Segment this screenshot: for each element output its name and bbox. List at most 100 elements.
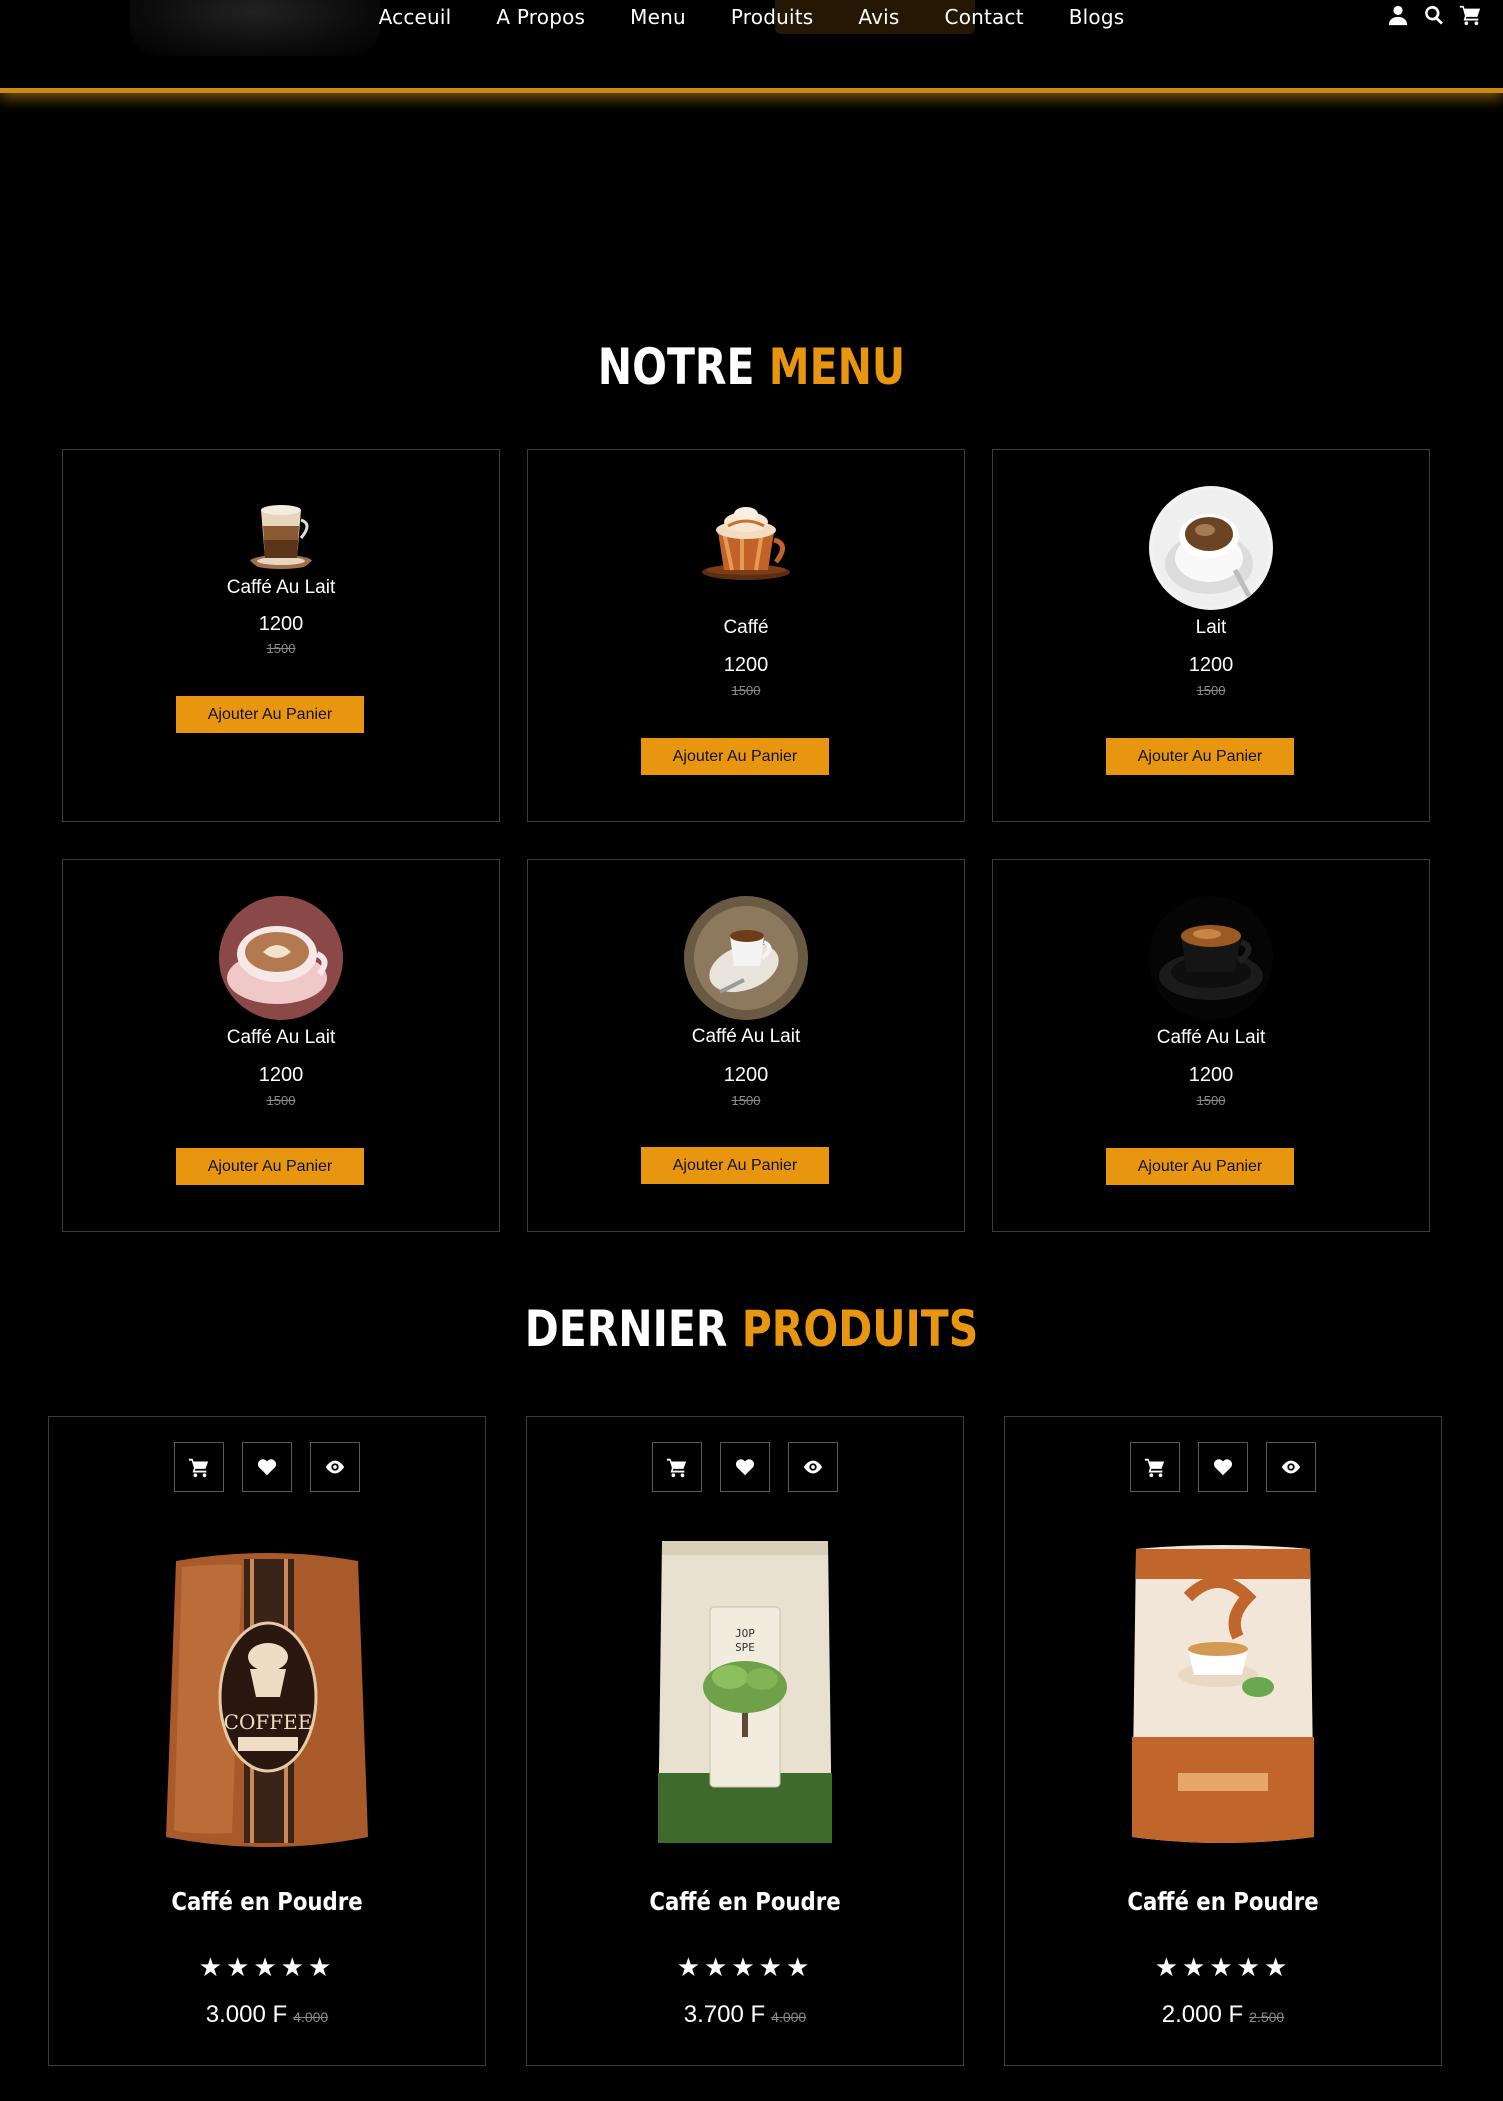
menu-title-white: NOTRE bbox=[597, 338, 755, 396]
product-card: JOP SPE Caffé en Poudre ★★★★★ 3.700 F 4.0… bbox=[526, 1416, 964, 2066]
nav-link-blogs[interactable]: Blogs bbox=[1069, 5, 1125, 29]
black-cup-image bbox=[1149, 896, 1273, 1020]
menu-item-price: 1200 bbox=[258, 613, 304, 635]
product-old-price: 2.500 bbox=[1249, 2009, 1285, 2025]
bag-brand-text-2: SPE bbox=[735, 1641, 755, 1654]
product-actions bbox=[49, 1442, 485, 1492]
products-title-accent: PRODUITS bbox=[741, 1300, 979, 1358]
menu-title-accent: MENU bbox=[768, 338, 906, 396]
wishlist-button[interactable] bbox=[720, 1442, 770, 1492]
tea-bag-orange-image bbox=[1118, 1537, 1328, 1857]
cart-icon[interactable] bbox=[1459, 4, 1481, 26]
product-name: Caffé en Poudre bbox=[171, 1887, 363, 1916]
add-to-cart-button[interactable]: Ajouter Au Panier bbox=[176, 696, 364, 733]
products-grid: COFFEE Caffé en Poudre ★★★★★ 3.000 F 4.00… bbox=[48, 1416, 1445, 2066]
product-current-price: 3.700 F bbox=[683, 2001, 766, 2028]
product-name: Caffé en Poudre bbox=[1127, 1887, 1319, 1916]
nav-link-avis[interactable]: Avis bbox=[858, 5, 899, 29]
menu-card: Caffé 1200 1500 Ajouter Au Panier bbox=[527, 449, 965, 822]
eye-icon bbox=[325, 1460, 345, 1474]
quick-view-button[interactable] bbox=[788, 1442, 838, 1492]
menu-card: Caffé Au Lait 1200 1500 Ajouter Au Panie… bbox=[992, 859, 1430, 1232]
eye-icon bbox=[1281, 1460, 1301, 1474]
menu-item-old-price: 1500 bbox=[731, 1093, 761, 1108]
menu-item-old-price: 1500 bbox=[1196, 1093, 1226, 1108]
caramel-cup-image bbox=[684, 486, 808, 610]
product-rating-stars: ★★★★★ bbox=[676, 1952, 814, 1982]
cart-icon bbox=[188, 1458, 209, 1478]
product-price: 2.000 F 2.500 bbox=[1005, 2001, 1441, 2029]
quick-view-button[interactable] bbox=[1266, 1442, 1316, 1492]
product-name: Caffé en Poudre bbox=[649, 1887, 841, 1916]
header-icons bbox=[1387, 4, 1481, 26]
site-header: Acceuil A Propos Menu Produits Avis Cont… bbox=[0, 0, 1503, 93]
heart-icon bbox=[257, 1459, 277, 1476]
product-price: 3.700 F 4.000 bbox=[527, 2001, 963, 2029]
menu-item-old-price: 1500 bbox=[266, 641, 296, 656]
latte-glass-image bbox=[239, 490, 323, 574]
product-old-price: 4.000 bbox=[771, 2009, 807, 2025]
add-to-cart-icon-button[interactable] bbox=[174, 1442, 224, 1492]
menu-card: Lait 1200 1500 Ajouter Au Panier bbox=[992, 449, 1430, 822]
search-icon[interactable] bbox=[1423, 4, 1445, 26]
espresso-saucer-image bbox=[684, 896, 808, 1020]
wishlist-button[interactable] bbox=[1198, 1442, 1248, 1492]
product-actions bbox=[1005, 1442, 1441, 1492]
add-to-cart-button[interactable]: Ajouter Au Panier bbox=[1106, 738, 1294, 775]
coffee-logo: COFFEE bbox=[224, 1710, 313, 1734]
add-to-cart-icon-button[interactable] bbox=[1130, 1442, 1180, 1492]
white-cup-image bbox=[1149, 486, 1273, 610]
cart-icon bbox=[666, 1458, 687, 1478]
menu-item-price: 1200 bbox=[723, 654, 769, 676]
latte-art-cup-image bbox=[219, 896, 343, 1020]
menu-card: Caffé Au Lait 1200 1500 Ajouter Au Panie… bbox=[62, 449, 500, 822]
menu-item-old-price: 1500 bbox=[266, 1093, 296, 1108]
add-to-cart-icon-button[interactable] bbox=[652, 1442, 702, 1492]
menu-item-name: Caffé Au Lait bbox=[226, 577, 336, 598]
product-price: 3.000 F 4.000 bbox=[49, 2001, 485, 2029]
add-to-cart-button[interactable]: Ajouter Au Panier bbox=[1106, 1148, 1294, 1185]
menu-item-price: 1200 bbox=[1188, 1064, 1234, 1086]
product-rating-stars: ★★★★★ bbox=[198, 1952, 336, 1982]
user-icon[interactable] bbox=[1387, 4, 1409, 26]
menu-item-name: Caffé bbox=[723, 617, 769, 638]
cart-icon bbox=[1144, 1458, 1165, 1478]
menu-item-old-price: 1500 bbox=[731, 683, 761, 698]
product-actions bbox=[527, 1442, 963, 1492]
menu-section-title: NOTRE MENU bbox=[135, 338, 1367, 396]
wishlist-button[interactable] bbox=[242, 1442, 292, 1492]
product-rating-stars: ★★★★★ bbox=[1154, 1952, 1292, 1982]
add-to-cart-button[interactable]: Ajouter Au Panier bbox=[641, 738, 829, 775]
menu-card: Caffé Au Lait 1200 1500 Ajouter Au Panie… bbox=[62, 859, 500, 1232]
product-old-price: 4.000 bbox=[293, 2009, 329, 2025]
menu-item-price: 1200 bbox=[1188, 654, 1234, 676]
products-title-white: DERNIER bbox=[524, 1300, 728, 1358]
product-card: COFFEE Caffé en Poudre ★★★★★ 3.000 F 4.00… bbox=[48, 1416, 486, 2066]
product-current-price: 2.000 F bbox=[1161, 2001, 1244, 2028]
nav-link-produits[interactable]: Produits bbox=[731, 5, 814, 29]
quick-view-button[interactable] bbox=[310, 1442, 360, 1492]
product-card: Caffé en Poudre ★★★★★ 2.000 F 2.500 bbox=[1004, 1416, 1442, 2066]
menu-card: Caffé Au Lait 1200 1500 Ajouter Au Panie… bbox=[527, 859, 965, 1232]
menu-item-old-price: 1500 bbox=[1196, 683, 1226, 698]
bag-brand-text: JOP bbox=[735, 1627, 755, 1640]
menu-item-name: Lait bbox=[1195, 617, 1227, 638]
menu-item-name: Caffé Au Lait bbox=[691, 1026, 801, 1047]
nav-link-menu[interactable]: Menu bbox=[630, 5, 686, 29]
products-section-title: DERNIER PRODUITS bbox=[135, 1300, 1367, 1358]
nav-link-a-propos[interactable]: A Propos bbox=[496, 5, 585, 29]
heart-icon bbox=[1213, 1459, 1233, 1476]
menu-item-name: Caffé Au Lait bbox=[1156, 1027, 1266, 1048]
heart-icon bbox=[735, 1459, 755, 1476]
coffee-bag-brown-image: COFFEE bbox=[162, 1537, 372, 1857]
menu-item-name: Caffé Au Lait bbox=[226, 1027, 336, 1048]
menu-grid: Caffé Au Lait 1200 1500 Ajouter Au Panie… bbox=[62, 449, 1431, 1232]
nav-link-acceuil[interactable]: Acceuil bbox=[379, 5, 452, 29]
eye-icon bbox=[803, 1460, 823, 1474]
product-current-price: 3.000 F bbox=[205, 2001, 288, 2028]
menu-item-price: 1200 bbox=[723, 1064, 769, 1086]
nav-link-contact[interactable]: Contact bbox=[945, 5, 1024, 29]
add-to-cart-button[interactable]: Ajouter Au Panier bbox=[176, 1148, 364, 1185]
main-nav: Acceuil A Propos Menu Produits Avis Cont… bbox=[0, 0, 1503, 34]
add-to-cart-button[interactable]: Ajouter Au Panier bbox=[641, 1147, 829, 1184]
